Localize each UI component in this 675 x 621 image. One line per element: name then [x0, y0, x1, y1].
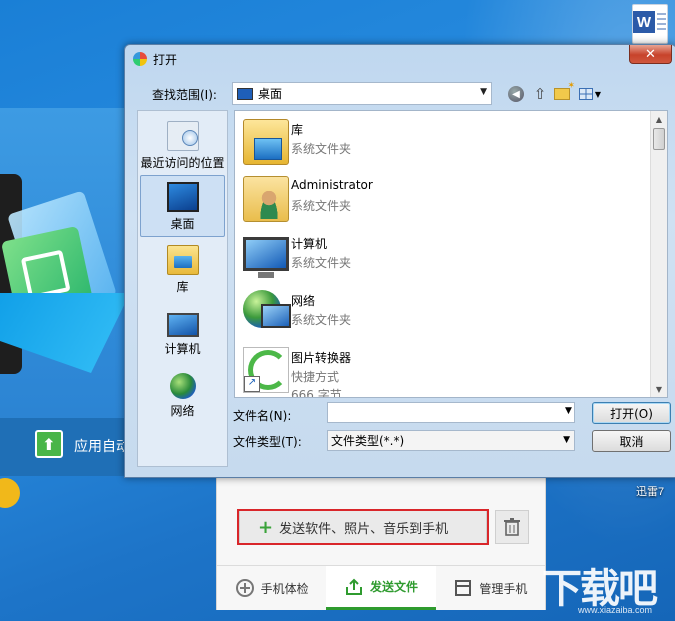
- back-button[interactable]: ◀: [506, 84, 526, 104]
- highlight-box: [237, 509, 489, 545]
- file-type: 系统文件夹: [291, 313, 352, 327]
- filename-input[interactable]: [327, 402, 575, 423]
- place-recent[interactable]: 最近访问的位置: [140, 113, 225, 175]
- phone-assistant-window: ⬆ 应用自动: [0, 108, 135, 476]
- cancel-button[interactable]: 取消: [592, 430, 671, 452]
- delete-button[interactable]: [495, 510, 529, 544]
- place-network[interactable]: 网络: [140, 361, 225, 423]
- watermark-url: www.xiazaiba.com: [578, 605, 653, 615]
- list-item[interactable]: 网络 系统文件夹: [235, 284, 655, 341]
- file-type: 系统文件夹: [291, 256, 352, 270]
- auto-install-bar[interactable]: ⬆ 应用自动: [0, 418, 135, 476]
- tab-health-check[interactable]: 手机体检: [217, 566, 327, 610]
- new-folder-icon: [554, 81, 575, 100]
- file-list: 库 系统文件夹 Administrator 系统文件夹 计算机 系统文件夹 网络…: [234, 110, 668, 398]
- tab-label: 发送文件: [369, 580, 418, 594]
- up-folder-icon: ⇧: [533, 85, 547, 103]
- word-letter: W: [633, 11, 655, 33]
- shortcut-icon: [243, 347, 289, 393]
- place-computer[interactable]: 计算机: [140, 299, 225, 361]
- place-label: 最近访问的位置: [140, 156, 225, 170]
- computer-icon: [166, 313, 199, 337]
- chevron-down-icon: ▼: [480, 87, 487, 97]
- file-name: 计算机: [291, 237, 328, 251]
- list-item[interactable]: Administrator 系统文件夹: [235, 170, 655, 227]
- vertical-scrollbar[interactable]: ▲ ▼: [650, 111, 667, 397]
- up-folder-button[interactable]: ⇧: [530, 84, 550, 104]
- file-size: 666 字节: [291, 388, 342, 398]
- send-panel: + 发送软件、照片、音乐到手机 手机体检 发送文件 管理手机: [216, 476, 546, 610]
- place-library[interactable]: 库: [140, 237, 225, 299]
- tab-label: 管理手机: [479, 581, 528, 596]
- open-button[interactable]: 打开(O): [592, 402, 671, 424]
- upload-arrow-icon: ⬆: [35, 430, 63, 458]
- list-item[interactable]: 计算机 系统文件夹: [235, 227, 655, 284]
- look-in-dropdown[interactable]: 桌面 ▼: [232, 82, 492, 105]
- scroll-up-icon[interactable]: ▲: [651, 111, 667, 127]
- filename-label: 文件名(N):: [233, 409, 292, 423]
- user-folder-icon: [243, 176, 289, 222]
- place-label: 网络: [170, 404, 195, 418]
- app-logo-icon: [133, 52, 147, 66]
- file-name: 网络: [291, 294, 316, 308]
- network-icon: [243, 290, 291, 328]
- look-in-value: 桌面: [258, 87, 283, 101]
- scroll-down-icon[interactable]: ▼: [651, 381, 667, 397]
- trash-icon: [504, 518, 520, 536]
- network-icon: [169, 373, 196, 399]
- close-button[interactable]: ✕: [629, 45, 672, 64]
- auto-install-label: 应用自动: [74, 439, 130, 455]
- back-arrow-icon: ◀: [508, 86, 524, 102]
- manage-phone-icon: [455, 580, 472, 596]
- file-name: 库: [291, 123, 304, 137]
- yellow-decoration: [0, 478, 20, 508]
- scroll-thumb[interactable]: [653, 128, 665, 150]
- send-file-icon: [345, 578, 362, 595]
- desktop-icon: [166, 182, 199, 212]
- library-icon: [166, 245, 199, 275]
- health-check-icon: [235, 579, 254, 597]
- place-label: 库: [176, 280, 189, 294]
- place-desktop[interactable]: 桌面: [140, 175, 225, 237]
- file-type: 快捷方式: [291, 370, 340, 384]
- word-document-icon[interactable]: W: [632, 4, 668, 44]
- place-label: 桌面: [170, 217, 195, 231]
- bottom-tab-bar: 手机体检 发送文件 管理手机: [217, 565, 545, 610]
- desktop-small-icon: [237, 87, 253, 100]
- filetype-dropdown[interactable]: 文件类型(*.*) ▼: [327, 430, 575, 451]
- view-grid-icon: [578, 88, 593, 100]
- tab-manage-phone[interactable]: 管理手机: [435, 566, 545, 610]
- file-name: 图片转换器: [291, 351, 352, 365]
- file-name: Administrator: [291, 178, 373, 192]
- chevron-down-icon: ▼: [563, 435, 570, 445]
- library-folder-icon: [243, 119, 289, 165]
- computer-icon: [243, 237, 289, 278]
- filetype-label: 文件类型(T):: [233, 435, 302, 449]
- dialog-title: 打开: [153, 53, 178, 67]
- list-item[interactable]: 库 系统文件夹: [235, 113, 655, 170]
- place-label: 计算机: [164, 342, 201, 356]
- dialog-titlebar[interactable]: 打开 ✕: [125, 45, 675, 73]
- file-type: 系统文件夹: [291, 199, 352, 213]
- places-bar: 最近访问的位置 桌面 库 计算机 网络: [137, 110, 228, 467]
- look-in-label: 查找范围(I):: [152, 88, 217, 102]
- tab-label: 手机体检: [260, 581, 309, 596]
- xunlei-desktop-label[interactable]: 迅雷7: [636, 483, 664, 499]
- file-type: 系统文件夹: [291, 142, 352, 156]
- view-menu-button[interactable]: ▼: [577, 84, 603, 104]
- tab-send-file[interactable]: 发送文件: [326, 566, 436, 610]
- recent-places-icon: [166, 121, 199, 151]
- chevron-down-icon: ▼: [594, 89, 602, 99]
- filetype-value: 文件类型(*.*): [331, 434, 405, 448]
- new-folder-button[interactable]: [552, 81, 575, 104]
- open-file-dialog: 打开 ✕ 查找范围(I): 桌面 ▼ ◀ ⇧ ▼ 最近访问的位置 桌面 库 计算…: [124, 44, 675, 478]
- list-item[interactable]: 图片转换器 快捷方式 666 字节: [235, 341, 655, 398]
